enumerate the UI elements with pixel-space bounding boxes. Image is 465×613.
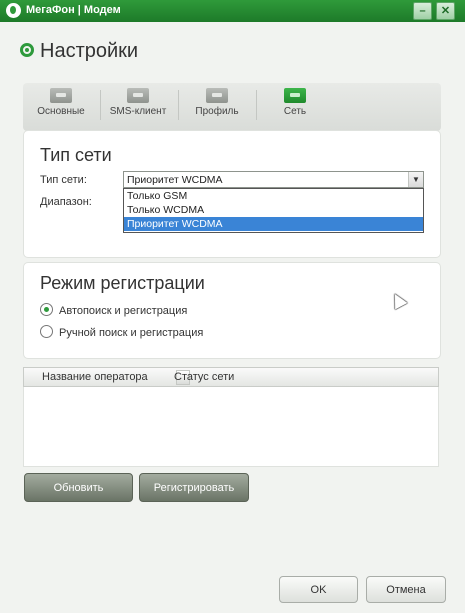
tab-label: Основные xyxy=(37,106,85,117)
radio-label: Ручной поиск и регистрация xyxy=(59,327,204,339)
network-type-heading: Тип сети xyxy=(40,145,112,165)
registration-heading: Режим регистрации xyxy=(40,273,205,293)
window-title: МегаФон | Модем xyxy=(26,4,121,16)
dropdown-option-selected[interactable]: Приоритет WCDMA xyxy=(124,217,423,231)
select-value: Приоритет WCDMA xyxy=(127,174,223,186)
column-network-status[interactable]: Статус сети xyxy=(174,371,234,383)
dropdown-option[interactable]: Только GSM xyxy=(124,189,423,203)
dropdown-option[interactable]: Только WCDMA xyxy=(124,203,423,217)
close-button[interactable]: ✕ xyxy=(436,2,455,20)
tab-sms-client[interactable]: SMS-клиент xyxy=(101,84,175,128)
register-button[interactable]: Регистрировать xyxy=(139,473,249,502)
megafon-logo-icon xyxy=(6,3,21,18)
operators-table-body xyxy=(23,387,439,467)
tab-label: SMS-клиент xyxy=(109,106,167,117)
page-title: Настройки xyxy=(40,40,139,62)
network-icon xyxy=(284,88,306,103)
radio-button[interactable] xyxy=(40,303,53,316)
operators-table-header: Название оператора Статус сети xyxy=(23,367,439,387)
tab-label: Сеть xyxy=(283,106,307,117)
radio-button[interactable] xyxy=(40,325,53,338)
chevron-down-icon[interactable]: ▼ xyxy=(408,172,423,187)
auto-registration-option[interactable]: Автопоиск и регистрация xyxy=(40,303,187,317)
network-type-select[interactable]: Приоритет WCDMA ▼ xyxy=(123,171,424,188)
radio-label: Автопоиск и регистрация xyxy=(59,305,188,317)
key-icon xyxy=(50,88,72,103)
cancel-button[interactable]: Отмена xyxy=(366,576,446,603)
key-icon xyxy=(127,88,149,103)
column-operator-name[interactable]: Название оператора xyxy=(42,371,148,383)
tab-basic[interactable]: Основные xyxy=(24,84,98,128)
range-label: Диапазон: xyxy=(40,196,92,208)
tab-network[interactable]: Сеть xyxy=(258,84,332,128)
tab-divider xyxy=(178,90,179,120)
tab-profile[interactable]: Профиль xyxy=(180,84,254,128)
minimize-button[interactable]: – xyxy=(413,2,432,20)
refresh-button[interactable]: Обновить xyxy=(24,473,133,502)
key-icon xyxy=(206,88,228,103)
tab-label: Профиль xyxy=(195,106,239,117)
title-bar: МегаФон | Модем – ✕ xyxy=(0,0,465,22)
ok-button[interactable]: OK xyxy=(279,576,358,603)
network-type-label: Тип сети: xyxy=(40,174,87,186)
manual-registration-option[interactable]: Ручной поиск и регистрация xyxy=(40,325,203,339)
tab-divider xyxy=(256,90,257,120)
network-type-dropdown: Только GSM Только WCDMA Приоритет WCDMA xyxy=(123,188,424,233)
